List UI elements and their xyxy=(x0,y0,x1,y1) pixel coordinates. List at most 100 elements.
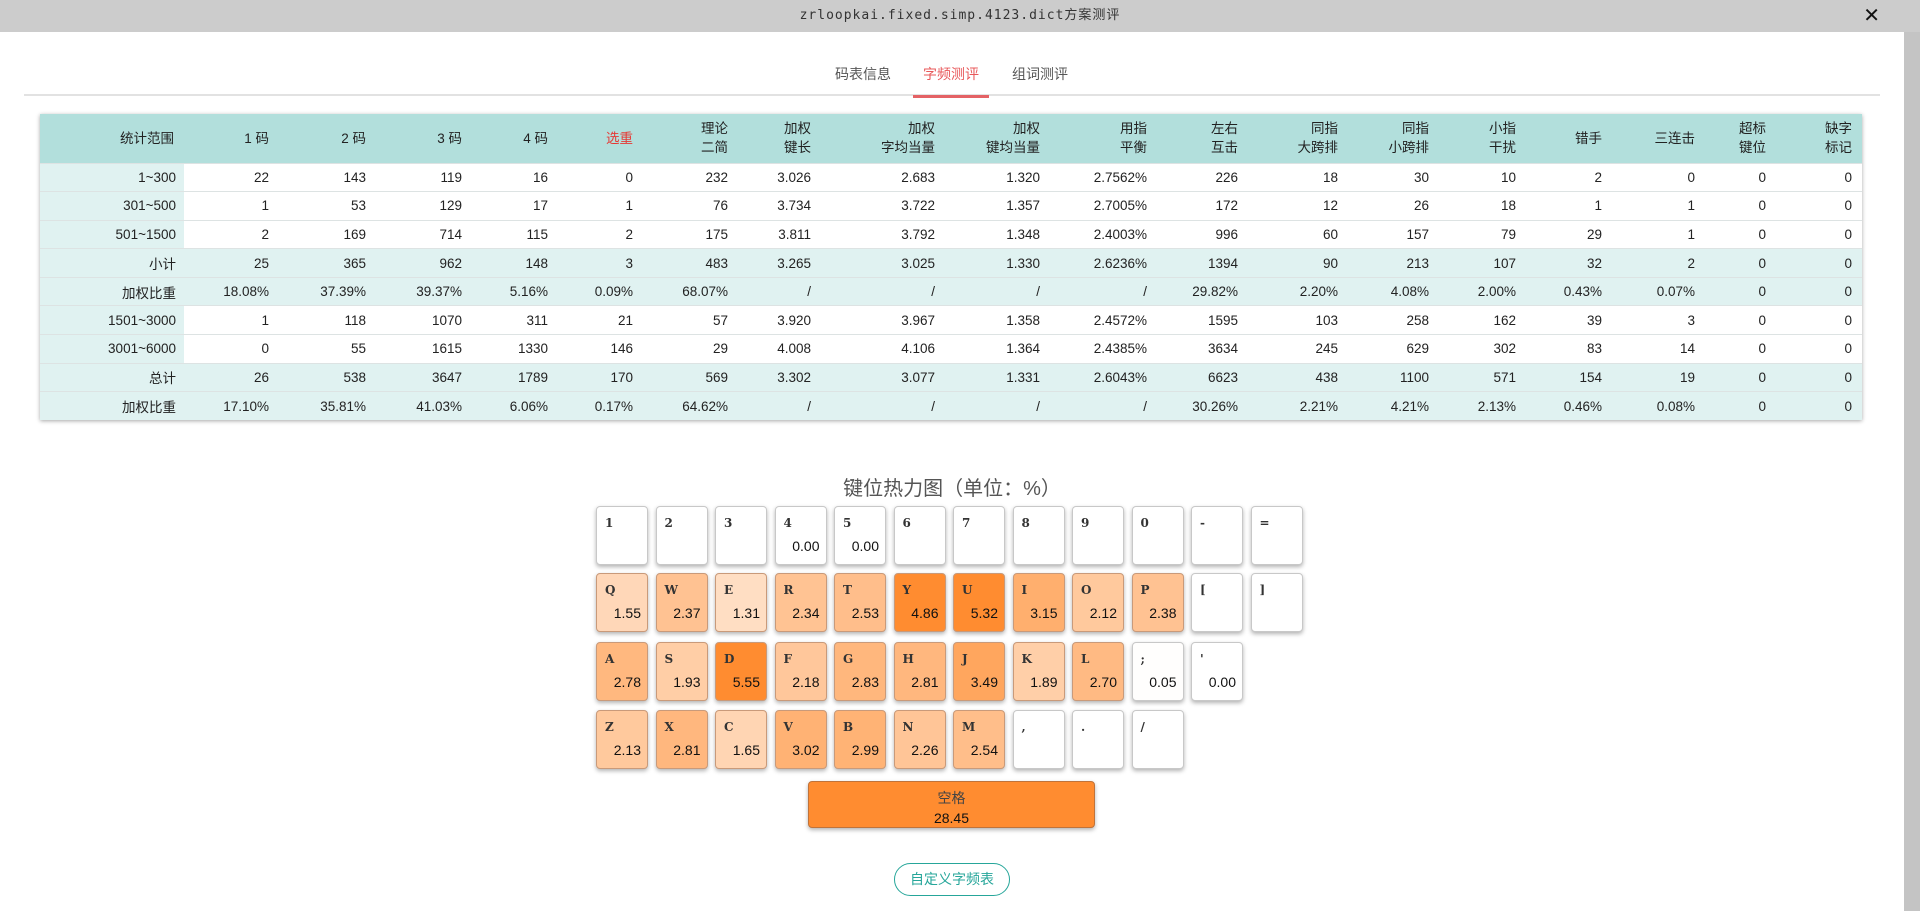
table-cell: 103 xyxy=(1248,305,1348,335)
key-B[interactable]: B 2.99 xyxy=(834,710,886,769)
key-I[interactable]: I 3.15 xyxy=(1012,573,1065,632)
key-value: 0.00 xyxy=(1208,674,1236,690)
key-label: V xyxy=(783,720,793,734)
tab-code-table-info[interactable]: 码表信息 xyxy=(835,64,891,96)
key-H[interactable]: H 2.81 xyxy=(893,642,946,701)
column-header-text: 键长 xyxy=(784,140,811,156)
key-L[interactable]: L 2.70 xyxy=(1072,642,1124,701)
key-A[interactable]: A 2.78 xyxy=(596,642,648,701)
key-U[interactable]: U 5.32 xyxy=(953,573,1005,632)
table-cell: 2.20% xyxy=(1248,276,1348,306)
key-][interactable]: ] xyxy=(1250,573,1303,632)
table-cell: 245 xyxy=(1248,334,1348,364)
column-header-text: 4 码 xyxy=(523,130,548,146)
key-value: 1.89 xyxy=(1030,674,1058,690)
key-E[interactable]: E 1.31 xyxy=(715,573,767,632)
table-cell: 170 xyxy=(558,362,643,392)
key-N[interactable]: N 2.26 xyxy=(893,710,946,769)
key-C[interactable]: C 1.65 xyxy=(715,710,767,769)
key-2[interactable]: 2 xyxy=(655,506,708,565)
key-S[interactable]: S 1.93 xyxy=(655,642,708,701)
key-J[interactable]: J 3.49 xyxy=(953,642,1005,701)
key-,[interactable]: , xyxy=(1012,710,1065,769)
key-'[interactable]: ' 0.00 xyxy=(1191,642,1243,701)
column-header: 用指 平衡 xyxy=(1050,114,1157,163)
table-cell: 0 xyxy=(1776,334,1862,364)
key-label: = xyxy=(1259,516,1270,530)
key-value: 2.54 xyxy=(970,742,998,758)
key-Y[interactable]: Y 4.86 xyxy=(893,573,946,632)
key-7[interactable]: 7 xyxy=(953,506,1005,565)
table-cell: 1394 xyxy=(1157,248,1248,278)
table-cell: 2.6043% xyxy=(1050,362,1157,392)
key-.[interactable]: . xyxy=(1072,710,1124,769)
key-value: 0.00 xyxy=(792,538,820,554)
table-cell: 0 xyxy=(1776,362,1862,392)
key-0[interactable]: 0 xyxy=(1131,506,1184,565)
table-cell: 0 xyxy=(1705,276,1776,306)
table-cell: 0 xyxy=(1776,391,1862,421)
column-header-text: 同指 xyxy=(1402,121,1429,137)
table-cell: 3634 xyxy=(1157,334,1248,364)
column-header-text: 互击 xyxy=(1211,140,1238,156)
column-header-text: 缺字 xyxy=(1825,121,1852,137)
table-cell: 3.026 xyxy=(738,162,821,192)
key-M[interactable]: M 2.54 xyxy=(953,710,1005,769)
key-/[interactable]: / xyxy=(1131,710,1184,769)
table-cell: 12 xyxy=(1248,191,1348,221)
table-cell: 0 xyxy=(1776,219,1862,249)
table-cell: 30.26% xyxy=(1157,391,1248,421)
key-D[interactable]: D 5.55 xyxy=(715,642,767,701)
key-6[interactable]: 6 xyxy=(893,506,946,565)
key-W[interactable]: W 2.37 xyxy=(655,573,708,632)
key-space[interactable]: 空格 28.45 xyxy=(808,781,1095,828)
key-G[interactable]: G 2.83 xyxy=(834,642,886,701)
table-cell: 1.331 xyxy=(945,362,1050,392)
table-cell: 60 xyxy=(1248,219,1348,249)
key-P[interactable]: P 2.38 xyxy=(1131,573,1184,632)
key-Z[interactable]: Z 2.13 xyxy=(596,710,648,769)
key-Q[interactable]: Q 1.55 xyxy=(596,573,648,632)
key-;[interactable]: ; 0.05 xyxy=(1131,642,1184,701)
table-cell: 1 xyxy=(184,191,279,221)
key-=[interactable]: = xyxy=(1250,506,1303,565)
key-X[interactable]: X 2.81 xyxy=(655,710,708,769)
key-F[interactable]: F 2.18 xyxy=(774,642,827,701)
key-label: 4 xyxy=(783,516,792,530)
close-icon[interactable]: ✕ xyxy=(1863,0,1880,32)
tab-word-eval[interactable]: 组词测评 xyxy=(1012,64,1068,96)
custom-char-freq-button[interactable]: 自定义字频表 xyxy=(894,863,1010,896)
table-cell: 0 xyxy=(1612,162,1705,192)
key-1[interactable]: 1 xyxy=(596,506,648,565)
key-K[interactable]: K 1.89 xyxy=(1012,642,1065,701)
table-cell: 0 xyxy=(1705,191,1776,221)
column-header-text: 超标 xyxy=(1739,121,1766,137)
table-cell: 119 xyxy=(376,162,472,192)
table-cell: 0 xyxy=(1705,362,1776,392)
column-header: 同指 大跨排 xyxy=(1248,114,1348,163)
key-5[interactable]: 5 0.00 xyxy=(834,506,886,565)
key-R[interactable]: R 2.34 xyxy=(774,573,827,632)
key-O[interactable]: O 2.12 xyxy=(1072,573,1124,632)
key-V[interactable]: V 3.02 xyxy=(774,710,827,769)
table-cell: / xyxy=(821,276,945,306)
table-cell: / xyxy=(738,391,821,421)
key-value: 2.18 xyxy=(792,674,820,690)
key-4[interactable]: 4 0.00 xyxy=(774,506,827,565)
scrollbar[interactable] xyxy=(1904,32,1920,911)
key-8[interactable]: 8 xyxy=(1012,506,1065,565)
key-label: K xyxy=(1021,652,1032,666)
key--[interactable]: - xyxy=(1191,506,1243,565)
table-cell: 3647 xyxy=(376,362,472,392)
key-[[interactable]: [ xyxy=(1191,573,1243,632)
column-header: 加权 键均当量 xyxy=(945,114,1050,163)
table-cell: 1 xyxy=(558,191,643,221)
key-3[interactable]: 3 xyxy=(715,506,767,565)
key-T[interactable]: T 2.53 xyxy=(834,573,886,632)
column-header: 理论 二简 xyxy=(643,114,738,163)
table-row: 301~500 1 53 129 17 1 76 3.734 3.722 1.357 2.7005%… xyxy=(40,191,1862,221)
table-cell: 1.348 xyxy=(945,219,1050,249)
tab-char-freq-eval[interactable]: 字频测评 xyxy=(913,64,989,98)
key-9[interactable]: 9 xyxy=(1072,506,1124,565)
key-label: S xyxy=(664,652,674,666)
